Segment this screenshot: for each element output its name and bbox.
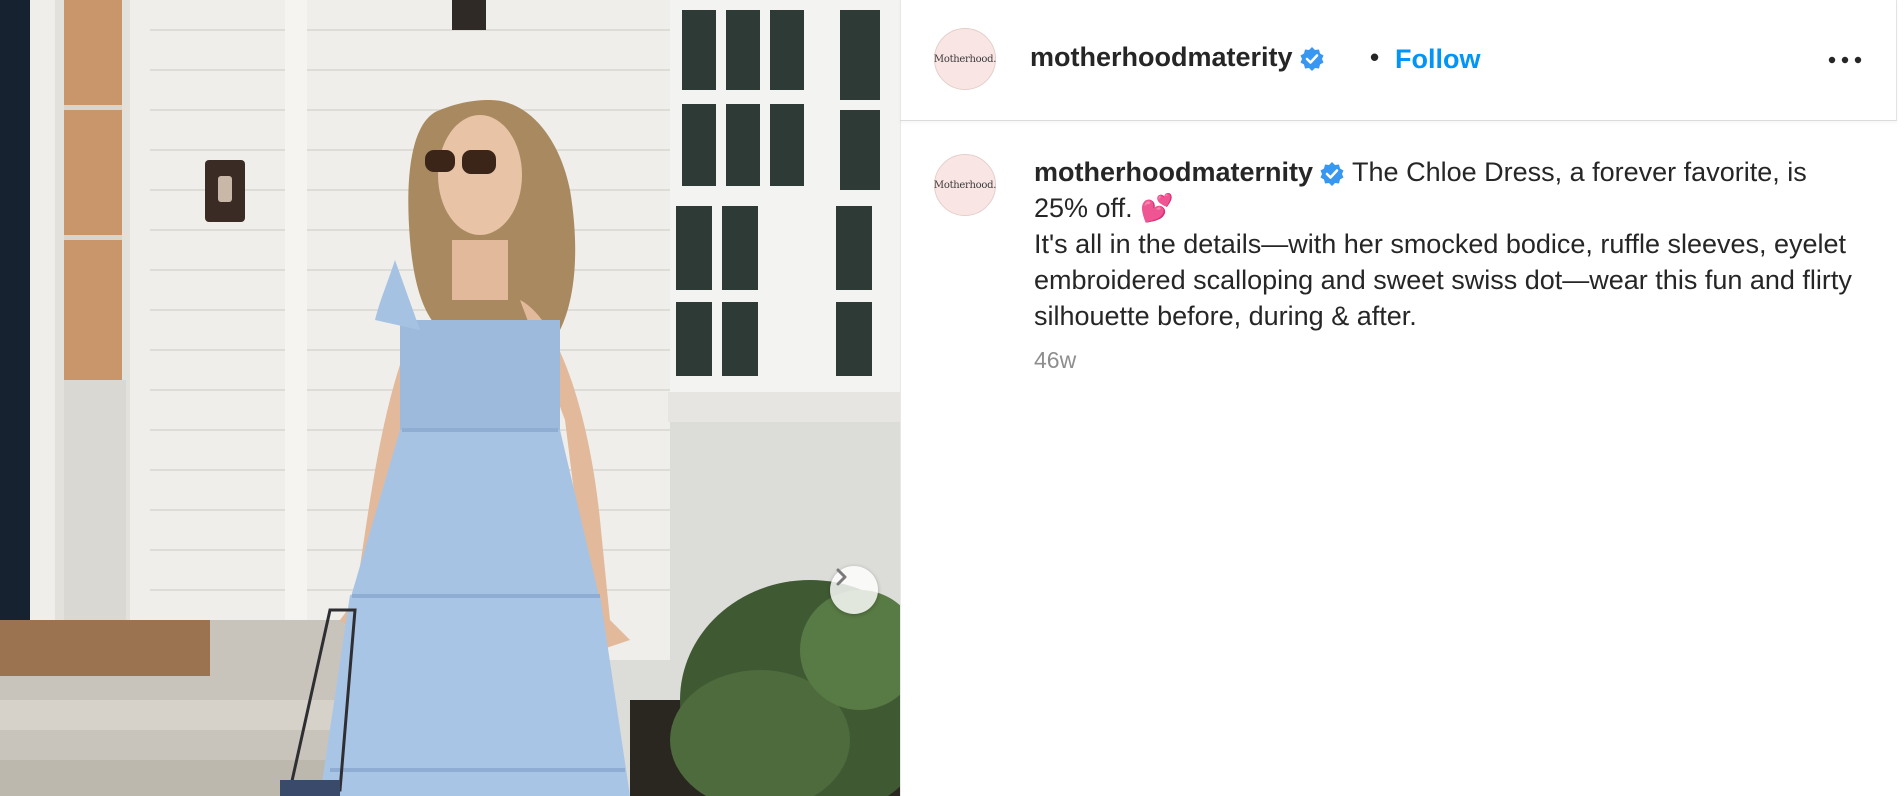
more-horizontal-icon [1828,56,1862,64]
avatar-logo-text: Motherhood. [933,53,997,65]
more-options-button[interactable] [1825,44,1865,76]
next-photo-button[interactable] [830,566,878,614]
chevron-right-icon [836,568,847,586]
header-username[interactable]: motherhoodmaterity [1030,42,1325,73]
avatar-logo-text: Motherhood. [933,179,997,191]
verified-badge-icon [1300,46,1324,71]
post-media[interactable] [0,0,900,796]
caption-username[interactable]: motherhoodmaternity [1034,157,1345,187]
username-text[interactable]: motherhoodmaterity [1030,42,1293,72]
post-photo [0,0,900,796]
follow-button[interactable]: Follow [1395,44,1480,75]
verified-badge-icon [1320,161,1344,186]
post-caption: motherhoodmaternity The Chloe Dress, a f… [1034,154,1864,334]
post-timestamp[interactable]: 46w [1034,347,1076,374]
avatar[interactable]: Motherhood. [934,28,996,90]
username-text[interactable]: motherhoodmaternity [1034,157,1313,187]
caption-avatar[interactable]: Motherhood. [934,154,996,216]
separator-dot: • [1370,42,1380,72]
post-details-panel: Motherhood. motherhoodmaterity • Follow … [900,0,1904,796]
post-header: Motherhood. motherhoodmaterity • Follow [900,0,1897,121]
